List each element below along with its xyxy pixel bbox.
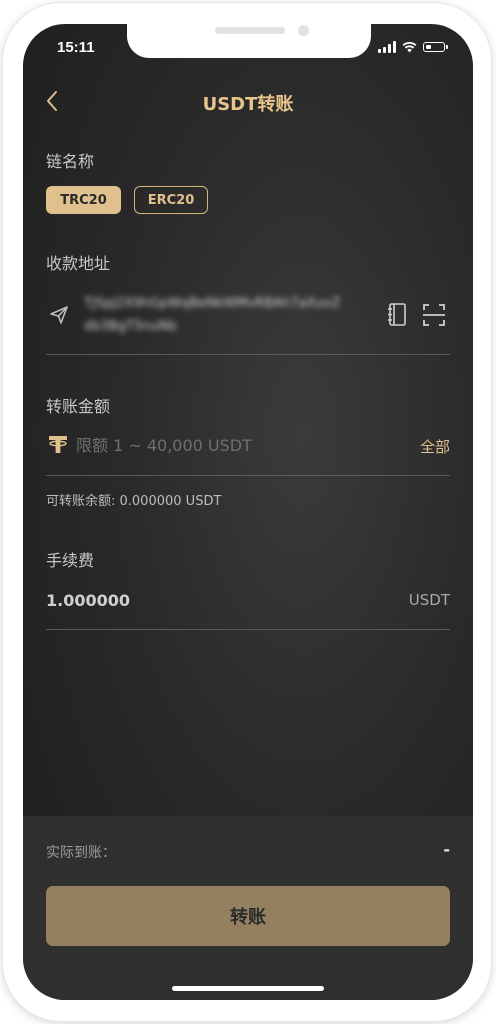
- received-value: -: [443, 840, 450, 859]
- address-label: 收款地址: [46, 254, 111, 273]
- speaker-grille: [215, 27, 285, 34]
- device-frame: 15:11 USDT转账 链名称 TRC20 ERC20 收款地址 TJSpJ2…: [0, 0, 496, 1024]
- tether-icon: [49, 436, 67, 453]
- battery-icon: [423, 42, 448, 52]
- device-notch: [127, 24, 371, 58]
- amount-input[interactable]: [76, 431, 356, 459]
- received-label: 实际到账：: [46, 845, 116, 861]
- wifi-icon: [402, 42, 417, 53]
- front-camera: [298, 25, 309, 36]
- fee-label: 手续费: [46, 551, 95, 570]
- fee-field: 1.000000 USDT: [46, 584, 450, 630]
- fee-value: 1.000000: [46, 591, 131, 610]
- bottom-panel: 实际到账： - 转账: [23, 816, 473, 1000]
- transfer-button[interactable]: 转账: [46, 886, 450, 946]
- amount-label: 转账金额: [46, 397, 111, 416]
- page-title: USDT转账: [202, 94, 294, 115]
- app-screen: 15:11 USDT转账 链名称 TRC20 ERC20 收款地址 TJSpJ2…: [23, 24, 473, 1000]
- chain-option-erc20[interactable]: ERC20: [134, 186, 208, 214]
- chain-option-trc20[interactable]: TRC20: [46, 186, 121, 214]
- status-icons: [378, 41, 448, 53]
- address-value[interactable]: TJSpJ2X9hGpWqBeNkWMvRBAh7aXuvZdb3BgT5nuN…: [84, 292, 344, 338]
- address-book-icon[interactable]: [386, 302, 408, 328]
- home-indicator[interactable]: [172, 986, 324, 991]
- amount-field: 全部: [46, 427, 450, 476]
- signal-icon: [378, 41, 396, 53]
- available-balance: 可转账余额: 0.000000 USDT: [46, 494, 222, 509]
- address-field[interactable]: TJSpJ2X9hGpWqBeNkWMvRBAh7aXuvZdb3BgT5nuN…: [46, 288, 450, 355]
- send-icon: [50, 306, 68, 324]
- chain-label: 链名称: [46, 152, 95, 171]
- status-time: 15:11: [57, 39, 95, 56]
- fee-unit: USDT: [408, 591, 450, 609]
- scan-icon[interactable]: [422, 302, 446, 328]
- all-amount-button[interactable]: 全部: [420, 436, 450, 457]
